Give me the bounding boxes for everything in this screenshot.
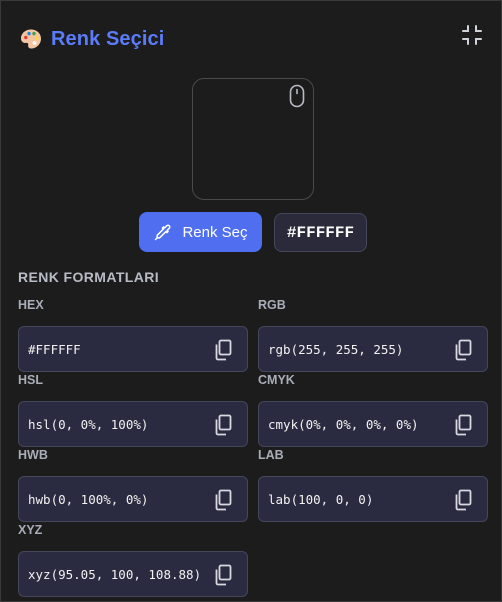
- format-hwb: HWB hwb(0, 100%, 0%): [18, 448, 248, 522]
- color-picker-panel: Renk Seçici Renk Seç #FFFFFF RENK FORMAT…: [0, 0, 502, 602]
- format-value: hwb(0, 100%, 0%): [28, 491, 149, 507]
- format-lab: LAB lab(100, 0, 0): [258, 448, 488, 522]
- format-label: HEX: [18, 298, 44, 312]
- format-value: #FFFFFF: [28, 341, 81, 357]
- section-title: RENK FORMATLARI: [18, 269, 160, 285]
- copy-icon[interactable]: [213, 489, 233, 511]
- format-value: xyz(95.05, 100, 108.88): [28, 566, 202, 582]
- copy-icon[interactable]: [453, 414, 473, 436]
- mouse-icon: [289, 84, 305, 108]
- format-hex: HEX #FFFFFF: [18, 298, 248, 372]
- current-hex-badge: #FFFFFF: [274, 213, 367, 252]
- copy-icon[interactable]: [213, 564, 233, 586]
- color-preview[interactable]: [192, 78, 314, 200]
- format-value: rgb(255, 255, 255): [268, 341, 404, 357]
- format-value: cmyk(0%, 0%, 0%, 0%): [268, 416, 419, 432]
- format-value-field[interactable]: #FFFFFF: [18, 326, 248, 372]
- format-value: hsl(0, 0%, 100%): [28, 416, 149, 432]
- format-rgb: RGB rgb(255, 255, 255): [258, 298, 488, 372]
- pick-color-button[interactable]: Renk Seç: [139, 212, 262, 252]
- copy-icon[interactable]: [213, 414, 233, 436]
- copy-icon[interactable]: [453, 489, 473, 511]
- eyedropper-icon: [155, 224, 171, 241]
- format-label: HSL: [18, 373, 43, 387]
- format-label: RGB: [258, 298, 286, 312]
- copy-icon[interactable]: [213, 339, 233, 361]
- format-value-field[interactable]: rgb(255, 255, 255): [258, 326, 488, 372]
- format-hsl: HSL hsl(0, 0%, 100%): [18, 373, 248, 447]
- format-value-field[interactable]: xyz(95.05, 100, 108.88): [18, 551, 248, 597]
- format-value: lab(100, 0, 0): [268, 491, 374, 507]
- format-label: CMYK: [258, 373, 295, 387]
- format-value-field[interactable]: lab(100, 0, 0): [258, 476, 488, 522]
- format-value-field[interactable]: cmyk(0%, 0%, 0%, 0%): [258, 401, 488, 447]
- collapse-icon[interactable]: [460, 23, 484, 47]
- format-value-field[interactable]: hsl(0, 0%, 100%): [18, 401, 248, 447]
- pick-color-label: Renk Seç: [182, 223, 248, 241]
- format-label: HWB: [18, 448, 48, 462]
- app-title: Renk Seçici: [51, 27, 165, 50]
- palette-icon: [21, 29, 41, 49]
- format-label: LAB: [258, 448, 284, 462]
- format-value-field[interactable]: hwb(0, 100%, 0%): [18, 476, 248, 522]
- header: Renk Seçici: [19, 25, 164, 53]
- copy-icon[interactable]: [453, 339, 473, 361]
- format-xyz: XYZ xyz(95.05, 100, 108.88): [18, 523, 248, 597]
- format-label: XYZ: [18, 523, 43, 537]
- format-cmyk: CMYK cmyk(0%, 0%, 0%, 0%): [258, 373, 488, 447]
